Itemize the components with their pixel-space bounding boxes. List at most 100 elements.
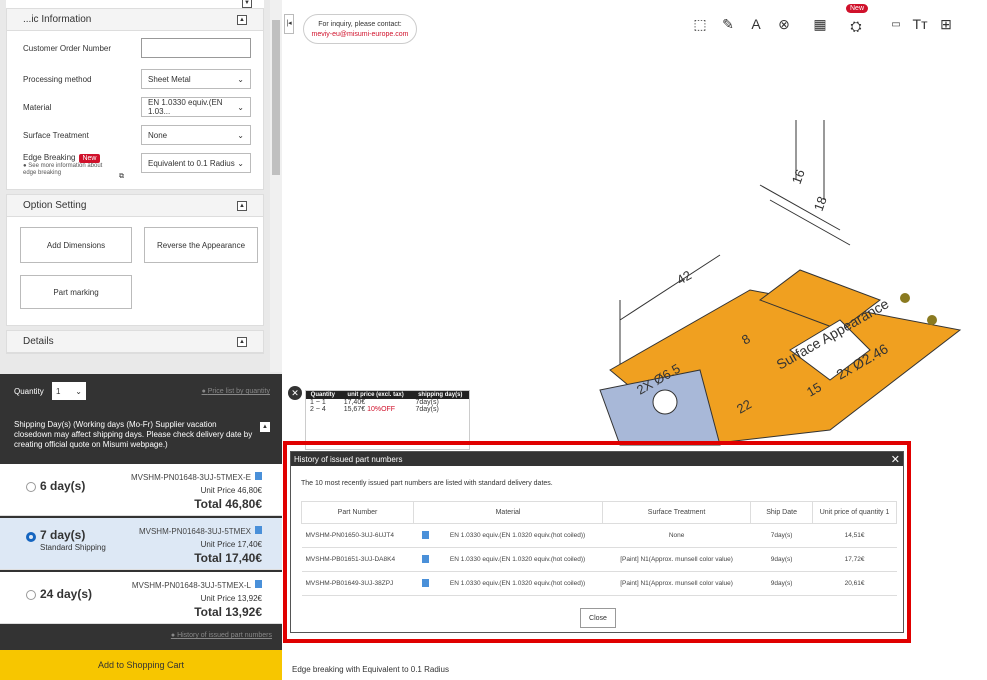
history-link[interactable]: ● History of issued part numbers <box>171 632 272 639</box>
add-dimensions-button[interactable]: Add Dimensions <box>20 227 132 263</box>
collapse-icon[interactable]: ▲ <box>237 336 247 347</box>
collapse-top-icon[interactable]: ▼ <box>242 0 252 8</box>
close-button[interactable]: Close <box>580 608 616 628</box>
radio-button[interactable] <box>26 590 36 600</box>
collapse-panel-icon[interactable]: |◂ <box>284 14 294 34</box>
material-select[interactable]: EN 1.0330 equiv.(EN 1.03... ⌄ <box>141 97 251 117</box>
external-link-icon[interactable]: ⧉ <box>119 173 124 181</box>
document-icon[interactable] <box>413 547 433 572</box>
status-text: Edge breaking with Equivalent to 0.1 Rad… <box>292 665 449 674</box>
collapse-icon[interactable]: ▲ <box>237 14 247 25</box>
view-icon[interactable]: ▦ <box>810 14 830 34</box>
basic-information-header[interactable]: ...ic Information ▲ <box>7 9 263 31</box>
ship-date-cell: 9day(s) <box>750 571 813 596</box>
quantity-label: Quantity <box>14 387 44 396</box>
edge-breaking-value: Equivalent to 0.1 Radius <box>148 158 235 168</box>
edge-breaking-info-link[interactable]: ● See more information about edge breaki… <box>23 163 103 177</box>
dim-16-label: 16 <box>789 167 808 186</box>
surface-cell: [Paint] N1(Approx. munsell color value) <box>602 571 751 596</box>
table-row: MVSHM-PB01651-3UJ-DA8K4 EN 1.0330 equiv.… <box>301 547 897 572</box>
radio-button[interactable] <box>26 482 36 492</box>
price-table: Quantity unit price (excl. tax) shipping… <box>306 391 469 413</box>
chevron-down-icon: ⌄ <box>237 130 244 140</box>
total-price: Total 17,40€ <box>194 551 262 565</box>
part-number: MVSHM-PN01648-3UJ-5TMEX-E <box>131 472 262 482</box>
modal-title: History of issued part numbers <box>294 454 403 464</box>
inquiry-email[interactable]: meviy-eu@misumi-europe.com <box>304 30 416 40</box>
measure-icon[interactable]: ✎ <box>718 14 738 34</box>
discount-value: 10%OFF <box>367 406 396 413</box>
document-icon[interactable] <box>413 523 433 548</box>
part-number-cell: MVSHM-PB01651-3UJ-DA8K4 <box>301 547 414 572</box>
quantity-select[interactable]: 1 ⌄ <box>52 382 86 400</box>
scrollbar[interactable] <box>270 0 282 372</box>
price-list-link[interactable]: ● Price list by quantity <box>202 388 270 395</box>
option-setting-section: Option Setting ▲ Add Dimensions Reverse … <box>6 194 264 326</box>
collapse-icon[interactable]: ▲ <box>237 200 247 211</box>
more-icon[interactable]: ⊞ <box>936 14 956 34</box>
surface-treatment-label: Surface Treatment <box>23 130 89 140</box>
part-marking-button[interactable]: Part marking <box>20 275 132 309</box>
document-icon[interactable] <box>255 472 262 480</box>
close-icon[interactable]: ✕ <box>288 386 302 400</box>
processing-method-value: Sheet Metal <box>148 74 191 84</box>
document-icon[interactable] <box>255 526 262 534</box>
edge-breaking-label: Edge Breaking <box>23 153 76 162</box>
part-number-text: MVSHM-PN01648-3UJ-5TMEX-L <box>131 581 251 590</box>
surface-treatment-select[interactable]: None ⌄ <box>141 125 251 145</box>
add-dimension-icon[interactable]: ⬚ <box>690 14 710 34</box>
collapse-icon[interactable]: ▲ <box>260 422 270 432</box>
part-number-cell: MVSHM-PN01650-3UJ-6UJT4 <box>301 523 414 548</box>
processing-method-select[interactable]: Sheet Metal ⌄ <box>141 69 251 89</box>
material-icon[interactable]: ⛭ <box>846 16 866 36</box>
price-header-shipping: shipping day(s) <box>411 391 469 399</box>
shipping-days: 7 day(s) <box>40 528 86 542</box>
inquiry-text: For inquiry, please contact: <box>318 21 402 28</box>
add-to-cart-button[interactable]: Add to Shopping Cart <box>0 650 282 680</box>
price-value: 15,67€ <box>343 406 366 413</box>
customer-order-input[interactable] <box>141 38 251 58</box>
delete-measure-icon[interactable]: ⊗ <box>774 14 794 34</box>
details-section: Details ▲ <box>6 330 264 354</box>
text-size-icon[interactable]: Tт <box>910 14 930 34</box>
table-row: MVSHM-PB01649-3UJ-38ZPJ EN 1.0330 equiv.… <box>301 571 897 596</box>
price-cell: 7day(s) <box>415 406 439 413</box>
material-cell: EN 1.0330 equiv.(EN 1.0320 equiv.(hot co… <box>432 547 603 572</box>
details-header[interactable]: Details ▲ <box>7 331 263 353</box>
material-cell: EN 1.0330 equiv.(EN 1.0320 equiv.(hot co… <box>432 571 603 596</box>
modal-header: History of issued part numbers ✕ <box>291 452 903 466</box>
price-header-quantity: Quantity <box>306 391 340 399</box>
document-icon[interactable] <box>255 580 262 588</box>
chevron-down-icon: ⌄ <box>237 74 244 84</box>
text-measure-icon[interactable]: A <box>746 14 766 34</box>
history-table: Part Number Material Surface Treatment S… <box>301 501 897 596</box>
price-table-popup: Quantity unit price (excl. tax) shipping… <box>305 390 470 450</box>
price-list-text: Price list by quantity <box>207 388 270 395</box>
unit-price-cell: 17,72€ <box>812 547 897 572</box>
reverse-appearance-button[interactable]: Reverse the Appearance <box>144 227 258 263</box>
edge-breaking-select[interactable]: Equivalent to 0.1 Radius ⌄ <box>141 153 251 173</box>
price-row: 2 ~ 4 15,67€ 10%OFF 7day(s) <box>306 406 469 413</box>
material-value: EN 1.0330 equiv.(EN 1.03... <box>148 98 223 116</box>
dim-42-label: 42 <box>674 267 694 287</box>
unit-price-cell: 14,51€ <box>812 523 897 548</box>
shipping-option[interactable]: 24 day(s) MVSHM-PN01648-3UJ-5TMEX-L Unit… <box>0 572 282 624</box>
document-icon[interactable] <box>413 571 433 596</box>
part-number-cell: MVSHM-PB01649-3UJ-38ZPJ <box>301 571 414 596</box>
header-material: Material <box>412 501 604 524</box>
scrollbar-thumb[interactable] <box>272 20 280 175</box>
unit-price: Unit Price 13,92€ <box>200 594 262 603</box>
hole-label: 2x Ø2.46 <box>834 340 891 382</box>
quantity-value: 1 <box>56 386 61 396</box>
numbering-icon[interactable]: ▭ <box>886 14 906 34</box>
shipping-option[interactable]: 6 day(s) MVSHM-PN01648-3UJ-5TMEX-E Unit … <box>0 464 282 516</box>
radio-button-checked[interactable] <box>26 532 36 542</box>
part-number: MVSHM-PN01648-3UJ-5TMEX <box>139 526 262 536</box>
close-icon[interactable]: ✕ <box>891 453 900 466</box>
surface-cell: [Paint] N1(Approx. munsell color value) <box>602 547 751 572</box>
shipping-option-selected[interactable]: 7 day(s) Standard Shipping MVSHM-PN01648… <box>0 518 282 570</box>
dim-18-label: 18 <box>811 194 830 213</box>
total-price: Total 46,80€ <box>194 497 262 511</box>
part-number-text: MVSHM-PN01648-3UJ-5TMEX <box>138 527 251 536</box>
option-setting-header[interactable]: Option Setting ▲ <box>7 195 263 217</box>
